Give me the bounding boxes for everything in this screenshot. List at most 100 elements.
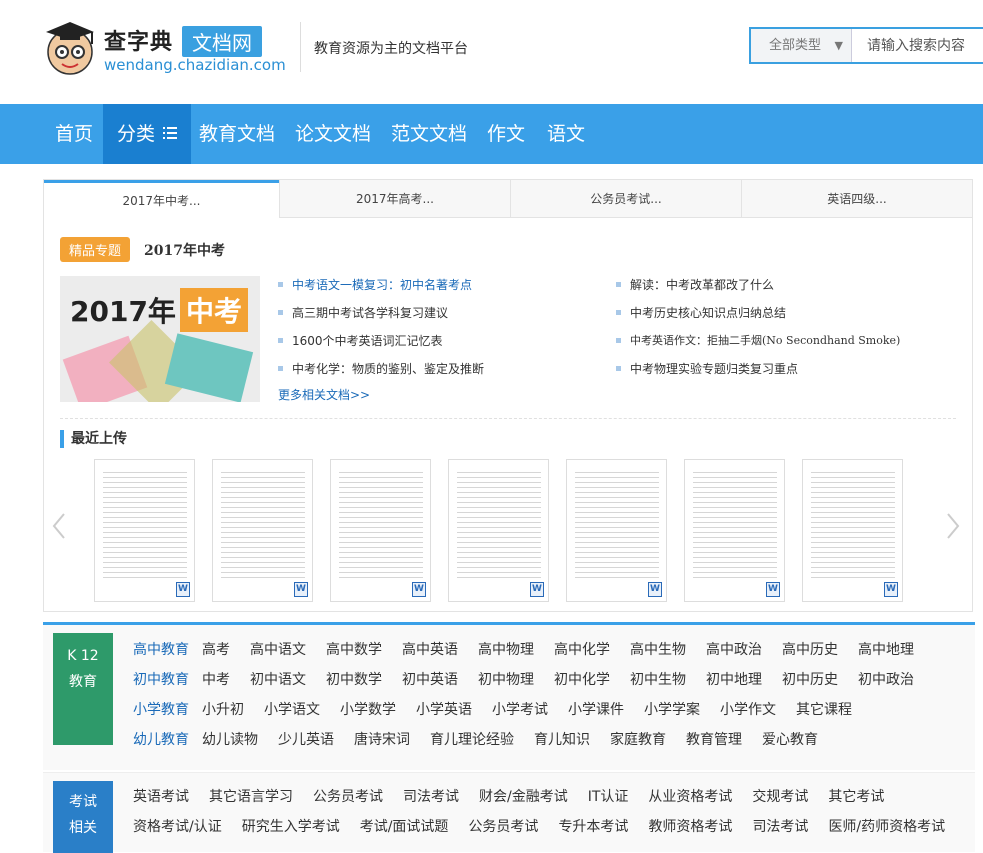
category-link[interactable]: 初中语文 [250, 672, 306, 688]
nav-chinese[interactable]: 语文 [547, 104, 585, 164]
doc-thumbnail[interactable]: W [448, 459, 549, 602]
tab-gaokao[interactable]: 2017年高考... [279, 180, 510, 218]
topic-link[interactable]: 中考语文一模复习：初中名著考点 [278, 276, 472, 293]
category-link[interactable]: 考试/面试试题 [360, 819, 449, 835]
category-head[interactable]: 高中教育 [133, 642, 189, 658]
section-divider [60, 418, 956, 419]
category-link[interactable]: 初中数学 [326, 672, 382, 688]
category-link[interactable]: 司法考试 [752, 819, 808, 835]
category-link[interactable]: 爱心教育 [762, 732, 818, 748]
category-link[interactable]: 医师/药师资格考试 [828, 819, 945, 835]
category-link[interactable]: 其它课程 [796, 702, 852, 718]
search-type-label: 全部类型 [769, 38, 822, 53]
category-link[interactable]: 研究生入学考试 [242, 819, 340, 835]
category-link[interactable]: 中考 [202, 672, 230, 688]
category-link[interactable]: 高中政治 [706, 642, 762, 658]
mascot-icon [46, 22, 94, 75]
category-link[interactable]: 公务员考试 [468, 819, 538, 835]
category-link[interactable]: 资格考试/认证 [133, 819, 222, 835]
header-divider [300, 22, 301, 72]
doc-thumbnail[interactable]: W [212, 459, 313, 602]
category-link[interactable]: 专升本考试 [558, 819, 628, 835]
category-link[interactable]: 小学作文 [720, 702, 776, 718]
category-link[interactable]: 交规考试 [752, 789, 808, 805]
category-link[interactable]: 小学学案 [644, 702, 700, 718]
nav-home[interactable]: 首页 [55, 104, 93, 164]
tab-zhongkao[interactable]: 2017年中考... [44, 180, 279, 218]
nav-essay[interactable]: 作文 [487, 104, 525, 164]
topic-panel: 2017年中考... 2017年高考... 公务员考试... 英语四级... 精… [43, 179, 973, 612]
category-link[interactable]: 初中英语 [402, 672, 458, 688]
topic-link[interactable]: 1600个中考英语词汇记忆表 [278, 332, 443, 349]
category-link[interactable]: 教育管理 [686, 732, 742, 748]
topic-title[interactable]: 2017年中考 [144, 240, 225, 260]
category-link[interactable]: 育儿理论经验 [430, 732, 514, 748]
topic-link[interactable]: 中考英语作文：拒抽二手烟(No Secondhand Smoke) [616, 332, 900, 348]
doc-thumbnail[interactable]: W [330, 459, 431, 602]
category-link[interactable]: 高中地理 [858, 642, 914, 658]
topic-link[interactable]: 中考历史核心知识点归纳总结 [616, 304, 786, 321]
tab-cet4[interactable]: 英语四级... [741, 180, 972, 218]
doc-thumbnail[interactable]: W [566, 459, 667, 602]
doc-thumbnail[interactable]: W [94, 459, 195, 602]
search-input[interactable] [853, 29, 983, 62]
category-link[interactable]: 初中化学 [554, 672, 610, 688]
category-link[interactable]: 初中物理 [478, 672, 534, 688]
category-link[interactable]: 初中历史 [782, 672, 838, 688]
category-head[interactable]: 小学教育 [133, 702, 189, 718]
category-link[interactable]: 其它语言学习 [209, 789, 293, 805]
category-link[interactable]: 小学英语 [416, 702, 472, 718]
site-logo[interactable]: 查字典 文档网 wendang.chazidian.com [42, 16, 292, 78]
logo-domain: wendang.chazidian.com [104, 56, 286, 74]
category-link[interactable]: 高中物理 [478, 642, 534, 658]
category-link[interactable]: 高考 [202, 642, 230, 658]
category-link[interactable]: 小升初 [202, 702, 244, 718]
nav-paper-docs[interactable]: 论文文档 [295, 104, 371, 164]
doc-thumbnail[interactable]: W [802, 459, 903, 602]
chevron-right-icon[interactable] [946, 512, 960, 540]
category-link[interactable]: 初中生物 [630, 672, 686, 688]
category-link[interactable]: 小学数学 [340, 702, 396, 718]
category-link[interactable]: 小学考试 [492, 702, 548, 718]
category-link[interactable]: 育儿知识 [534, 732, 590, 748]
category-link[interactable]: 教师资格考试 [648, 819, 732, 835]
exam-label-line1: 考试 [69, 794, 97, 810]
category-link[interactable]: 从业资格考试 [648, 789, 732, 805]
category-link[interactable]: 小学语文 [264, 702, 320, 718]
more-docs-link[interactable]: 更多相关文档>> [278, 386, 370, 403]
tab-civil-service[interactable]: 公务员考试... [510, 180, 741, 218]
category-link[interactable]: 高中英语 [402, 642, 458, 658]
topic-link[interactable]: 中考物理实验专题归类复习重点 [616, 360, 798, 377]
nav-sample-docs[interactable]: 范文文档 [391, 104, 467, 164]
category-link[interactable]: 财会/金融考试 [479, 789, 568, 805]
doc-thumbnail[interactable]: W [684, 459, 785, 602]
category-link[interactable]: 家庭教育 [610, 732, 666, 748]
category-link[interactable]: 高中语文 [250, 642, 306, 658]
category-link[interactable]: 幼儿读物 [202, 732, 258, 748]
category-link[interactable]: 其它考试 [828, 789, 884, 805]
category-head[interactable]: 初中教育 [133, 672, 189, 688]
category-link[interactable]: 初中政治 [858, 672, 914, 688]
category-link[interactable]: 唐诗宋词 [354, 732, 410, 748]
nav-category[interactable]: 分类 [103, 104, 192, 164]
category-link[interactable]: 小学课件 [568, 702, 624, 718]
category-link[interactable]: 高中数学 [326, 642, 382, 658]
topic-link[interactable]: 中考化学：物质的鉴别、鉴定及推断 [278, 360, 484, 377]
category-link[interactable]: 司法考试 [403, 789, 459, 805]
category-link[interactable]: 公务员考试 [313, 789, 383, 805]
category-link[interactable]: 高中化学 [554, 642, 610, 658]
search-type-select[interactable]: 全部类型 ▼ [751, 29, 852, 62]
category-link[interactable]: 少儿英语 [278, 732, 334, 748]
topic-link[interactable]: 解读：中考改革都改了什么 [616, 276, 774, 293]
category-link[interactable]: 高中历史 [782, 642, 838, 658]
k12-label-line2: 教育 [69, 674, 97, 690]
category-link[interactable]: IT认证 [588, 789, 629, 805]
category-link[interactable]: 高中生物 [630, 642, 686, 658]
topic-cover-image[interactable]: 2017年 中考 [60, 276, 260, 402]
category-head[interactable]: 幼儿教育 [133, 732, 189, 748]
category-link[interactable]: 英语考试 [133, 789, 189, 805]
category-link[interactable]: 初中地理 [706, 672, 762, 688]
topic-link[interactable]: 高三期中考试各学科复习建议 [278, 304, 448, 321]
chevron-left-icon[interactable] [52, 512, 66, 540]
nav-edu-docs[interactable]: 教育文档 [199, 104, 275, 164]
